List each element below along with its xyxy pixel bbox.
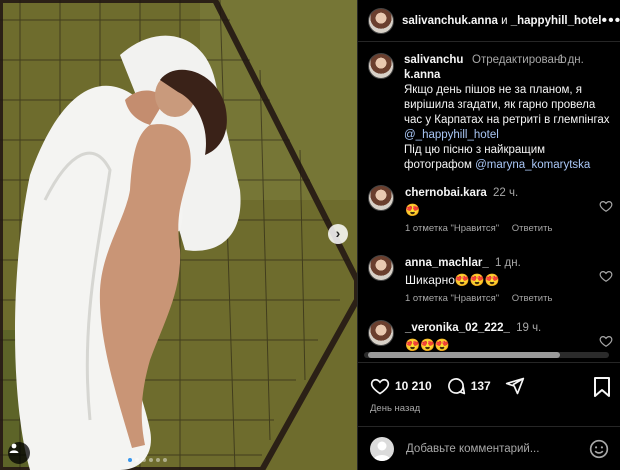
carousel-indicator [128, 458, 167, 462]
authors-conjunction: и [501, 14, 508, 27]
carousel-dot [163, 458, 167, 462]
caption-username[interactable]: salivanchuk.anna [404, 53, 464, 83]
scrollbar-thumb[interactable] [368, 352, 560, 358]
post-sidebar: salivanchuk.anna и _happyhill_hotel ••• … [357, 0, 620, 470]
comment-likes[interactable]: 1 отметка "Нравится" [405, 223, 499, 234]
likes-count[interactable]: 10 210 [395, 379, 432, 393]
carousel-dot [149, 458, 153, 462]
post-date[interactable]: День назад [370, 403, 420, 414]
carousel-dot [142, 458, 146, 462]
reply-button[interactable]: Ответить [512, 293, 553, 304]
comment-text: 😍😍😍 [405, 338, 450, 352]
comments-count[interactable]: 137 [471, 379, 491, 393]
tagged-users-button[interactable] [8, 442, 30, 464]
comment-time: 1 дн. [494, 257, 521, 269]
comment-time: 22 ч. [493, 187, 519, 199]
post-caption: salivanchuk.anna Отредактировано 1 дн. Я… [358, 43, 620, 173]
comment-input[interactable]: Добавьте комментарий... [406, 443, 589, 455]
user-tag-icon [9, 443, 19, 453]
photo-illustration [0, 0, 357, 470]
heart-icon[interactable] [599, 199, 613, 213]
horizontal-scrollbar[interactable] [364, 352, 609, 358]
caption-mention-hotel[interactable]: @_happyhill_hotel [404, 129, 499, 141]
commenter-avatar[interactable] [368, 320, 394, 346]
carousel-dot [128, 458, 132, 462]
comment-username[interactable]: chernobai.kara [405, 187, 487, 199]
edited-label: Отредактировано [472, 54, 567, 66]
carousel-dot [156, 458, 160, 462]
caption-avatar[interactable] [368, 53, 394, 79]
commenter-avatar[interactable] [368, 185, 394, 211]
heart-icon[interactable] [599, 334, 613, 348]
comment-icon[interactable] [446, 376, 466, 396]
caption-time: 1 дн. [558, 54, 584, 66]
add-comment-bar: Добавьте комментарий... [358, 426, 620, 470]
comment-likes[interactable]: 1 отметка "Нравится" [405, 293, 499, 304]
emoji-icon[interactable] [589, 439, 609, 459]
post-header: salivanchuk.anna и _happyhill_hotel ••• [358, 0, 620, 42]
commenter-avatar[interactable] [368, 255, 394, 281]
reply-button[interactable]: Ответить [512, 223, 553, 234]
coauthor-username[interactable]: _happyhill_hotel [511, 15, 602, 27]
carousel-dot [135, 458, 139, 462]
chevron-right-icon: › [335, 225, 341, 241]
comment-username[interactable]: anna_machlar_ [405, 257, 489, 269]
heart-icon[interactable] [599, 269, 613, 283]
author-avatar[interactable] [368, 7, 394, 34]
post-authors: salivanchuk.anna и _happyhill_hotel [402, 15, 601, 27]
caption-text-part1: Якщо день пішов не за планом, я вирішила… [404, 84, 610, 126]
comment-username[interactable]: _veronika_02_222_ [405, 322, 510, 334]
comment-text: 😍 [405, 203, 420, 217]
caption-text: Якщо день пішов не за планом, я вирішила… [404, 83, 611, 173]
comments-list[interactable]: salivanchuk.anna Отредактировано 1 дн. Я… [358, 43, 620, 355]
caption-mention-photographer[interactable]: @maryna_komarytska [475, 159, 590, 171]
comment-time: 19 ч. [516, 322, 542, 334]
post-photo: › [0, 0, 357, 470]
post-actions: 10 210 137 День назад [358, 362, 620, 422]
current-user-avatar [370, 436, 394, 461]
share-icon[interactable] [505, 376, 525, 396]
comment-text: Шикарно😍😍😍 [405, 273, 500, 287]
more-icon[interactable]: ••• [601, 12, 620, 30]
next-photo-button[interactable]: › [328, 224, 348, 244]
bookmark-icon[interactable] [593, 377, 611, 397]
heart-icon[interactable] [370, 376, 390, 396]
author-username[interactable]: salivanchuk.anna [402, 15, 498, 27]
